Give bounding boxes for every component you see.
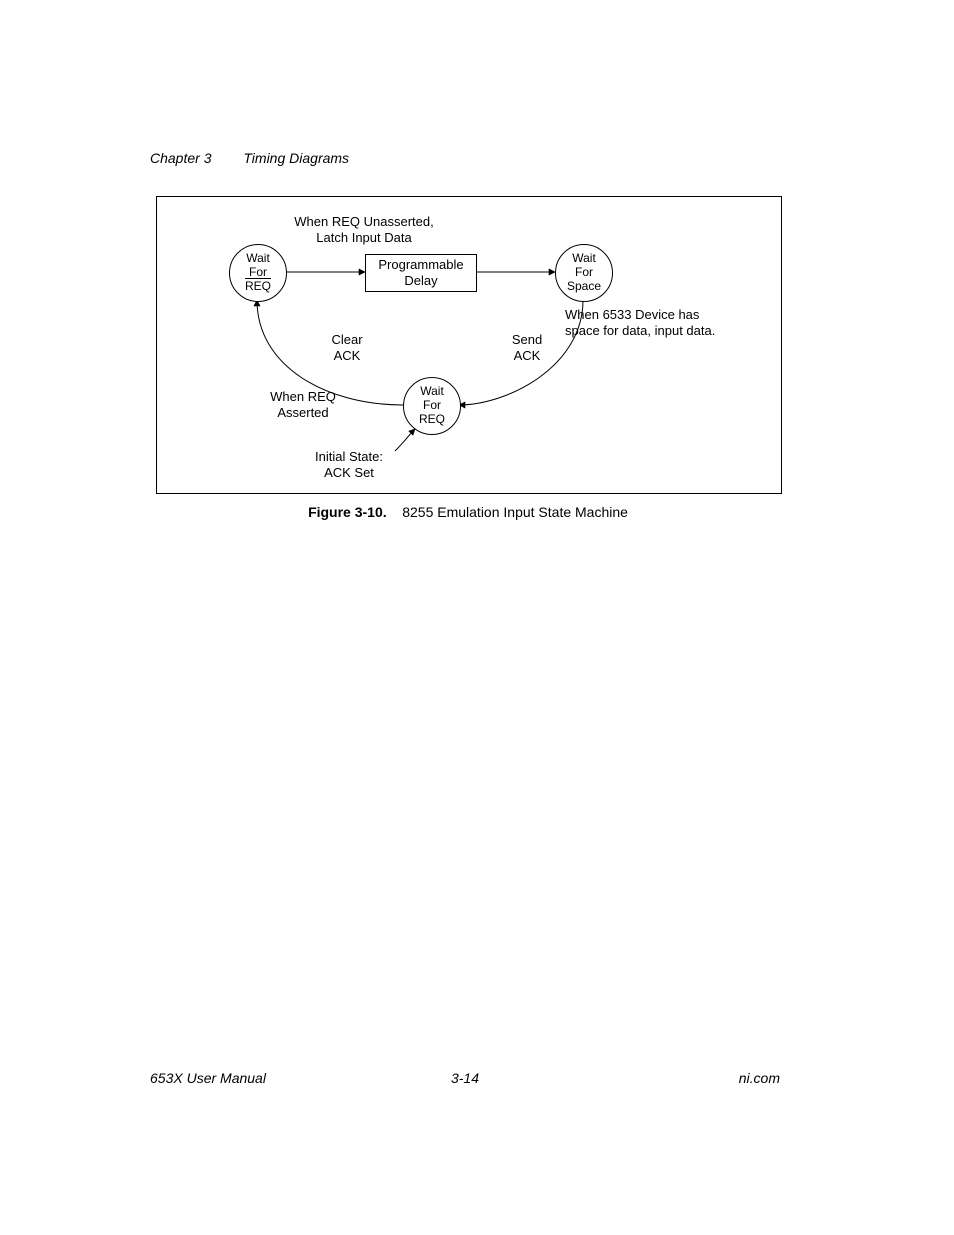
figure-frame: Wait For REQ Programmable Delay Wait For…: [156, 196, 782, 494]
state-label-line: Wait: [556, 252, 612, 266]
page-header: Chapter 3 Timing Diagrams: [150, 150, 349, 166]
state-wait-for-req-bar: Wait For REQ: [229, 244, 287, 302]
text-line: space for data, input data.: [565, 323, 715, 338]
text-line: When REQ Unasserted,: [294, 214, 433, 229]
figure-caption: Figure 3-10. 8255 Emulation Input State …: [156, 504, 780, 520]
footer-url: ni.com: [739, 1070, 780, 1086]
edge-label-send-ack: Send ACK: [497, 332, 557, 363]
process-label-line: Programmable: [366, 257, 476, 273]
figure-title: 8255 Emulation Input State Machine: [402, 504, 628, 520]
process-label-line: Delay: [366, 273, 476, 289]
state-label-line: Wait: [230, 252, 286, 266]
state-wait-for-req: Wait For REQ: [403, 377, 461, 435]
label-initial-state: Initial State: ACK Set: [299, 449, 399, 480]
edge-label-clear-ack: Clear ACK: [317, 332, 377, 363]
diagram-arrows: [157, 197, 781, 493]
text-line: ACK: [334, 348, 361, 363]
process-programmable-delay: Programmable Delay: [365, 254, 477, 292]
state-wait-for-space: Wait For Space: [555, 244, 613, 302]
text-line: Clear: [331, 332, 362, 347]
state-label-line: For: [556, 266, 612, 280]
text-line: Asserted: [277, 405, 328, 420]
state-label-line: REQ: [404, 413, 460, 427]
text-line: ACK Set: [324, 465, 374, 480]
footer-page-number: 3-14: [150, 1070, 780, 1086]
state-label-line: Wait: [404, 385, 460, 399]
text-line: When REQ: [270, 389, 336, 404]
state-label-line: REQ: [230, 280, 286, 294]
state-label-line: Space: [556, 280, 612, 294]
chapter-number: Chapter 3: [150, 150, 211, 166]
edge-label-device-space: When 6533 Device has space for data, inp…: [565, 307, 745, 338]
state-label-line: For: [404, 399, 460, 413]
state-label-line: For: [230, 266, 286, 280]
text-line: ACK: [514, 348, 541, 363]
text-line: Send: [512, 332, 542, 347]
edge-label-req-asserted: When REQ Asserted: [253, 389, 353, 420]
chapter-title: Timing Diagrams: [243, 150, 349, 166]
text-line: When 6533 Device has: [565, 307, 699, 322]
text-line: Initial State:: [315, 449, 383, 464]
figure-number: Figure 3-10.: [308, 504, 387, 520]
edge-label-req-unasserted: When REQ Unasserted, Latch Input Data: [269, 214, 459, 245]
text-line: Latch Input Data: [316, 230, 411, 245]
